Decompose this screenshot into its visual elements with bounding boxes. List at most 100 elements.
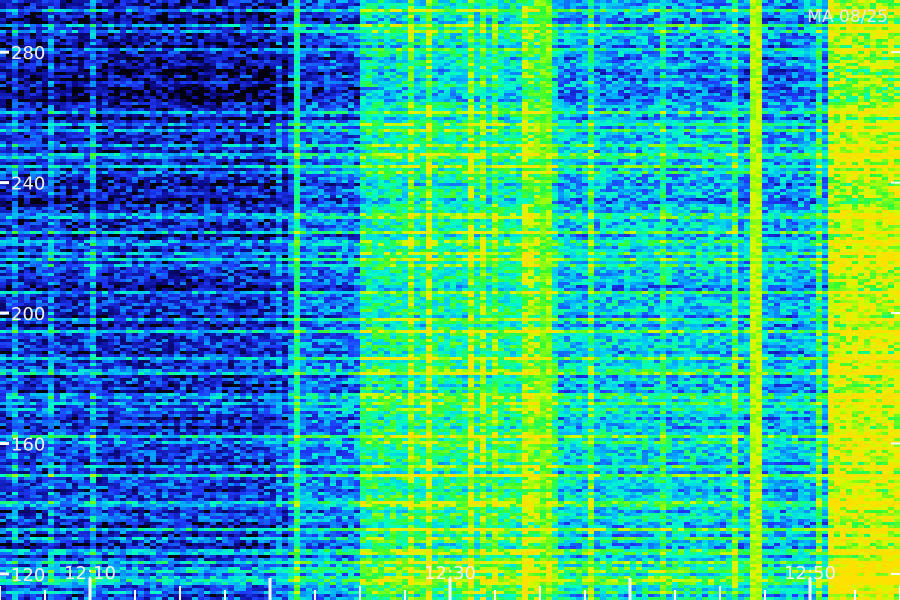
heatmap-cell <box>30 411 36 414</box>
heatmap-cell <box>72 471 78 474</box>
heatmap-cell <box>108 300 114 303</box>
heatmap-cell <box>72 366 78 369</box>
heatmap-cell <box>108 0 114 3</box>
heatmap-cell <box>60 249 66 252</box>
heatmap-cell <box>150 132 156 135</box>
heatmap-cell <box>156 543 162 546</box>
heatmap-cell <box>48 348 54 351</box>
heatmap-cell <box>6 222 12 225</box>
heatmap-cell <box>60 411 66 414</box>
heatmap-cell <box>108 360 114 363</box>
heatmap-cell <box>90 393 96 396</box>
heatmap-cell <box>72 120 78 123</box>
heatmap-cell <box>6 381 12 384</box>
heatmap-cell <box>108 330 114 333</box>
heatmap-cell <box>126 90 132 93</box>
heatmap-cell <box>126 534 132 537</box>
heatmap-cell <box>0 384 6 387</box>
heatmap-cell <box>138 588 144 591</box>
heatmap-cell <box>120 321 126 324</box>
heatmap-cell <box>150 516 156 519</box>
heatmap-cell <box>6 456 12 459</box>
heatmap-cell <box>36 144 42 147</box>
heatmap-cell <box>144 327 150 330</box>
heatmap-cell <box>24 456 30 459</box>
heatmap-cell <box>30 459 36 462</box>
heatmap-cell <box>96 321 102 324</box>
heatmap-cell <box>132 291 138 294</box>
heatmap-cell <box>36 0 42 3</box>
heatmap-cell <box>12 162 18 165</box>
heatmap-cell <box>150 591 156 594</box>
heatmap-cell <box>102 105 108 108</box>
heatmap-cell <box>54 582 60 585</box>
heatmap-cell <box>60 255 66 258</box>
heatmap-cell <box>18 267 24 270</box>
heatmap-cell <box>24 327 30 330</box>
heatmap-cell <box>18 594 24 597</box>
heatmap-cell <box>18 387 24 390</box>
heatmap-cell <box>6 528 12 531</box>
heatmap-cell <box>114 435 120 438</box>
heatmap-cell <box>150 528 156 531</box>
heatmap-cell <box>0 288 6 291</box>
heatmap-cell <box>120 402 126 405</box>
heatmap-cell <box>138 498 144 501</box>
heatmap-cell <box>126 63 132 66</box>
heatmap-cell <box>120 318 126 321</box>
heatmap-cell <box>90 105 96 108</box>
heatmap-cell <box>96 309 102 312</box>
heatmap-cell <box>66 96 72 99</box>
heatmap-cell <box>18 225 24 228</box>
heatmap-cell <box>30 480 36 483</box>
heatmap-cell <box>24 339 30 342</box>
heatmap-cell <box>132 579 138 582</box>
heatmap-cell <box>0 411 6 414</box>
heatmap-cell <box>84 255 90 258</box>
heatmap-cell <box>66 210 72 213</box>
heatmap-cell <box>102 495 108 498</box>
heatmap-cell <box>126 327 132 330</box>
heatmap-cell <box>30 456 36 459</box>
heatmap-cell <box>144 90 150 93</box>
heatmap-cell <box>90 531 96 534</box>
heatmap-cell <box>0 495 6 498</box>
heatmap-cell <box>120 123 126 126</box>
heatmap-cell <box>18 264 24 267</box>
heatmap-cell <box>48 381 54 384</box>
heatmap-cell <box>66 462 72 465</box>
heatmap-cell <box>6 594 12 597</box>
heatmap-cell <box>138 441 144 444</box>
heatmap-cell <box>96 303 102 306</box>
heatmap-cell <box>114 210 120 213</box>
heatmap-cell <box>144 270 150 273</box>
heatmap-cell <box>102 420 108 423</box>
heatmap-cell <box>18 495 24 498</box>
heatmap-cell <box>120 162 126 165</box>
heatmap-cell <box>60 348 66 351</box>
heatmap-cell <box>108 129 114 132</box>
heatmap-cell <box>138 402 144 405</box>
heatmap-cell <box>18 327 24 330</box>
heatmap-cell <box>6 0 12 3</box>
heatmap-cell <box>120 495 126 498</box>
heatmap-cell <box>156 585 162 588</box>
heatmap-cell <box>66 219 72 222</box>
heatmap-cell <box>150 372 156 375</box>
heatmap-cell <box>144 75 150 78</box>
heatmap-cell <box>54 108 60 111</box>
heatmap-cell <box>156 255 162 258</box>
heatmap-cell <box>18 522 24 525</box>
heatmap-cell <box>114 282 120 285</box>
heatmap-cell <box>36 423 42 426</box>
heatmap-cell <box>84 264 90 267</box>
heatmap-cell <box>120 507 126 510</box>
heatmap-cell <box>132 306 138 309</box>
heatmap-cell <box>42 144 48 147</box>
heatmap-cell <box>108 168 114 171</box>
heatmap-cell <box>24 0 30 3</box>
heatmap-cell <box>48 282 54 285</box>
heatmap-cell <box>18 300 24 303</box>
heatmap-cell <box>66 165 72 168</box>
heatmap-cell <box>96 591 102 594</box>
